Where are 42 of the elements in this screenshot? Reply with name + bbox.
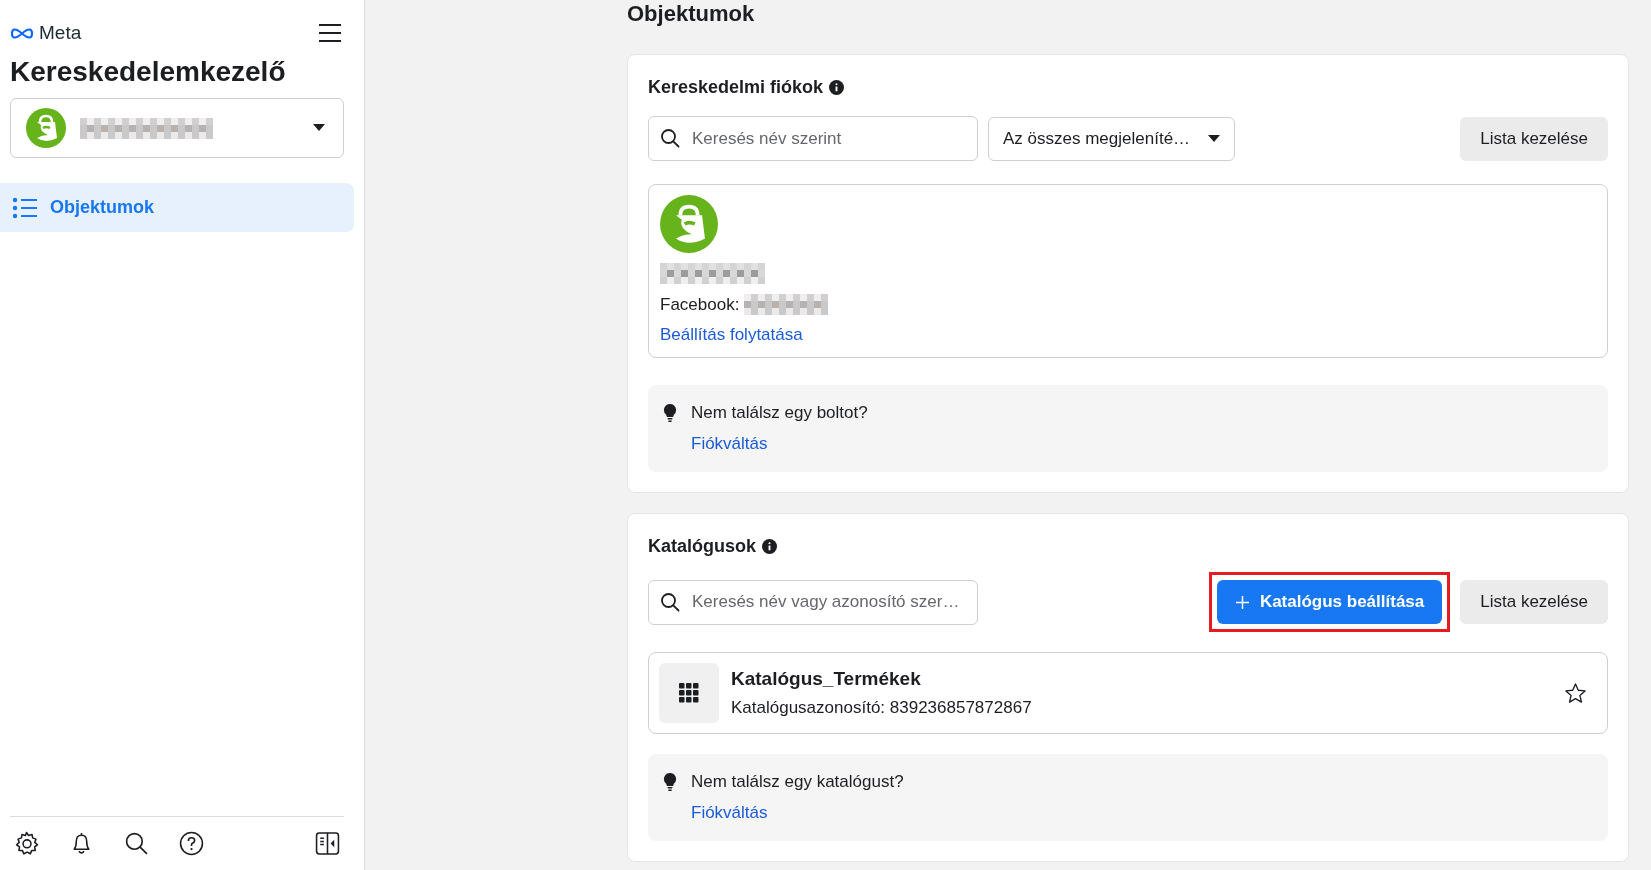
shop-avatar-icon (660, 195, 718, 253)
manage-list-button[interactable]: Lista kezelése (1460, 116, 1608, 161)
meta-logo-icon (10, 26, 34, 40)
catalog-item[interactable]: Katalógus_Termékek Katalógusazonosító: 839236857872867 (648, 652, 1608, 734)
plus-icon (1234, 594, 1250, 610)
section-title: Katalógusok (648, 536, 757, 557)
caret-icon (1208, 134, 1221, 143)
facebook-label: Facebook: (660, 294, 740, 315)
manage-list-button[interactable]: Lista kezelése (1460, 580, 1608, 624)
brand-name: Meta (39, 22, 82, 44)
tip-text: Nem találsz egy katalógust? (691, 772, 904, 792)
search-icon[interactable] (124, 831, 149, 856)
filter-dropdown[interactable]: Az összes megjeleníté… (988, 116, 1236, 161)
switch-account-link[interactable]: Fiókváltás (691, 803, 768, 823)
menu-icon[interactable] (318, 23, 342, 43)
sidebar-item[interactable]: Objektumok (0, 183, 354, 232)
help-icon[interactable] (179, 831, 204, 856)
setup-catalog-button[interactable]: Katalógus beállítása (1216, 580, 1443, 624)
info-icon (829, 80, 845, 95)
info-icon (762, 539, 778, 554)
page-title: Objektumok (627, 0, 756, 27)
list-icon (12, 196, 38, 219)
app-title: Kereskedelemkezelő (9, 55, 287, 88)
caret-icon (313, 124, 325, 132)
continue-setup-link[interactable]: Beállítás folytatása (660, 325, 803, 344)
catalog-name: Katalógus_Termékek (731, 668, 922, 690)
settings-icon[interactable] (14, 831, 39, 856)
lightbulb-icon (663, 403, 677, 423)
star-icon[interactable] (1564, 681, 1587, 705)
shop-avatar-icon (26, 108, 66, 148)
search-field[interactable]: Keresés név vagy azonosító szer… (648, 579, 978, 625)
search-icon (660, 591, 680, 612)
search-icon (660, 128, 680, 148)
section-title: Kereskedelmi fiókok (648, 77, 824, 98)
account-selector[interactable] (10, 98, 344, 158)
catalog-id: Katalógusazonosító: 839236857872867 (731, 698, 1032, 718)
tip-text: Nem találsz egy boltot? (691, 403, 868, 423)
search-field[interactable]: Keresés név szerint (648, 116, 978, 161)
switch-account-link[interactable]: Fiókváltás (691, 434, 768, 454)
lightbulb-icon (663, 772, 677, 792)
grid-icon (679, 683, 699, 703)
panel-toggle-icon[interactable] (315, 831, 340, 856)
